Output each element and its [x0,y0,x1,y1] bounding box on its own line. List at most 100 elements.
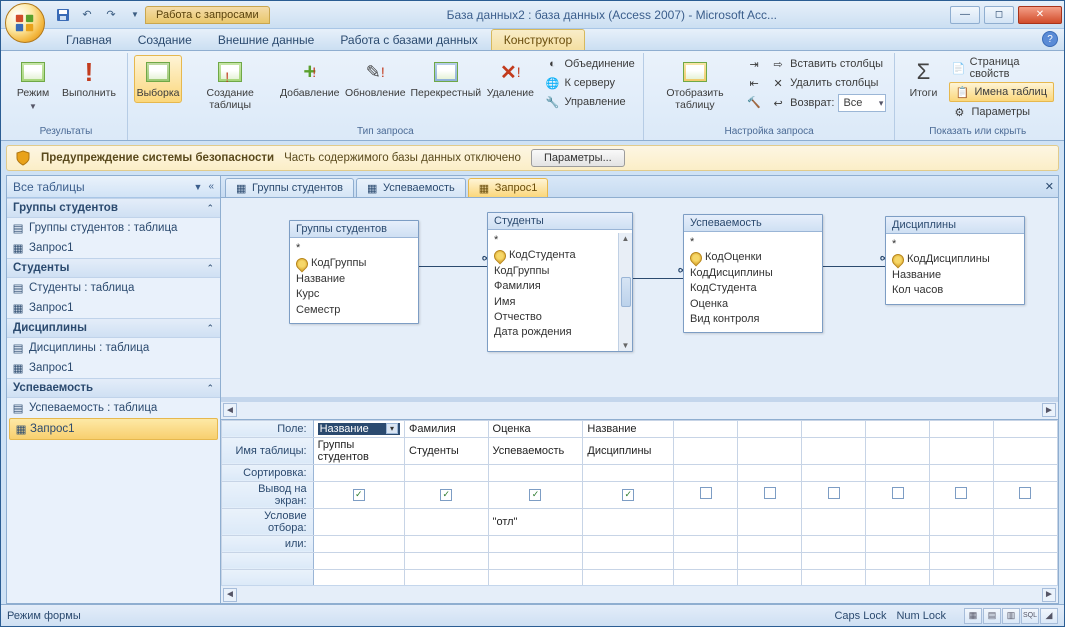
grid-cell[interactable] [583,508,674,535]
show-checkbox[interactable] [1019,487,1031,499]
grid-cell[interactable] [930,420,994,437]
grid-cell[interactable] [866,464,930,481]
grid-cell[interactable] [674,552,738,569]
nav-item-query[interactable]: ▦Запрос1 [7,238,220,258]
grid-cell[interactable] [738,464,802,481]
table-students[interactable]: Студенты *КодСтудентаКодГруппыФамилияИмя… [487,212,633,352]
delete-query-button[interactable]: ✕! Удаление [484,55,536,103]
grid-cell[interactable] [866,535,930,552]
grid-cell[interactable] [802,481,866,508]
nav-group-header[interactable]: Группы студентов⌃ [7,198,220,218]
grid-cell[interactable] [674,437,738,464]
sql-view-btn[interactable]: SQL [1021,608,1039,624]
doctab-query1[interactable]: ▦Запрос1 [468,178,549,197]
join-line[interactable] [417,266,487,267]
table-groups[interactable]: Группы студентов *КодГруппыНазваниеКурсС… [289,220,419,324]
grid-cell[interactable] [583,481,674,508]
grid-cell[interactable] [488,552,583,569]
office-button[interactable] [5,3,45,43]
scroll-left-button[interactable]: ◄ [223,588,237,602]
scroll-up-icon[interactable]: ▲ [622,234,630,243]
grid-cell[interactable] [405,508,489,535]
field[interactable]: КодДисциплины [690,266,816,281]
grid-cell[interactable]: Студенты [405,437,489,464]
field-key[interactable]: КодСтудента [494,248,614,263]
nav-item-query[interactable]: ▦Запрос1 [7,358,220,378]
grid-cell[interactable] [583,464,674,481]
grid-cell[interactable] [674,508,738,535]
field[interactable]: Курс [296,287,412,302]
grid-cell[interactable] [738,437,802,464]
grid-cell[interactable] [405,552,489,569]
show-checkbox[interactable] [622,489,634,501]
grid-cell[interactable] [993,481,1057,508]
maximize-button[interactable]: ◻ [984,6,1014,24]
grid-cell[interactable]: Название [313,420,404,437]
grid-cell[interactable] [488,464,583,481]
design-view-btn[interactable]: ◢ [1040,608,1058,624]
doctab-progress[interactable]: ▦Успеваемость [356,178,466,197]
field[interactable]: Фамилия [494,279,614,294]
grid-cell[interactable] [866,437,930,464]
grid-cell[interactable] [930,569,994,585]
grid-cell[interactable] [488,535,583,552]
passthrough-button[interactable]: 🌐К серверу [542,74,636,92]
insert-rows-button[interactable]: ⇥ [744,55,764,73]
field[interactable]: Вид контроля [690,312,816,327]
grid-cell[interactable] [802,420,866,437]
nav-item-table[interactable]: ▤Дисциплины : таблица [7,338,220,358]
grid-cell[interactable] [405,481,489,508]
help-button[interactable]: ? [1042,31,1058,47]
show-checkbox[interactable] [764,487,776,499]
grid-cell[interactable] [930,481,994,508]
show-checkbox[interactable] [955,487,967,499]
show-checkbox[interactable] [353,489,365,501]
field[interactable]: Кол часов [892,283,1018,298]
grid-cell[interactable] [738,569,802,585]
field-dropdown[interactable]: Название [318,423,400,435]
show-checkbox[interactable] [700,487,712,499]
tab-external-data[interactable]: Внешние данные [205,29,328,50]
diagram-pane[interactable]: Группы студентов *КодГруппыНазваниеКурсС… [221,198,1058,401]
field[interactable]: Название [296,272,412,287]
tab-home[interactable]: Главная [53,29,125,50]
grid-cell[interactable] [802,508,866,535]
grid-cell[interactable] [930,464,994,481]
grid-cell[interactable]: Фамилия [405,420,489,437]
insert-columns-button[interactable]: ⇨Вставить столбцы [768,55,888,73]
show-checkbox[interactable] [440,489,452,501]
grid-cell[interactable] [993,437,1057,464]
grid-cell[interactable]: Дисциплины [583,437,674,464]
grid-cell[interactable] [993,552,1057,569]
scroll-left-button[interactable]: ◄ [223,403,237,417]
field[interactable]: КодГруппы [494,264,614,279]
qat-dropdown[interactable]: ▼ [125,5,145,25]
delete-columns-button[interactable]: ✕Удалить столбцы [768,74,888,92]
delete-rows-button[interactable]: ⇤ [744,74,764,92]
minimize-button[interactable]: — [950,6,980,24]
append-button[interactable]: +! Добавление [278,55,341,103]
grid-cell[interactable] [738,420,802,437]
grid-cell[interactable] [405,569,489,585]
security-options-button[interactable]: Параметры... [531,149,625,167]
field[interactable]: Имя [494,295,614,310]
grid-cell[interactable] [930,535,994,552]
grid-cell[interactable] [802,437,866,464]
grid-cell[interactable] [583,569,674,585]
qbe-grid[interactable]: Поле:НазваниеФамилияОценкаНазваниеИмя та… [221,419,1058,585]
grid-cell[interactable] [674,420,738,437]
field[interactable]: Название [892,268,1018,283]
grid-cell[interactable] [993,535,1057,552]
doctab-groups[interactable]: ▦Группы студентов [225,178,354,197]
grid-cell[interactable] [488,569,583,585]
field-key[interactable]: КодГруппы [296,256,412,271]
builder-button[interactable]: 🔨 [744,93,764,111]
grid-cell[interactable]: Название [583,420,674,437]
field-key[interactable]: КодДисциплины [892,252,1018,267]
grid-cell[interactable] [930,552,994,569]
nav-item-table[interactable]: ▤Группы студентов : таблица [7,218,220,238]
nav-item-table[interactable]: ▤Студенты : таблица [7,278,220,298]
grid-cell[interactable] [866,508,930,535]
nav-group-header[interactable]: Студенты⌃ [7,258,220,278]
close-doc-button[interactable]: ✕ [1045,180,1054,193]
